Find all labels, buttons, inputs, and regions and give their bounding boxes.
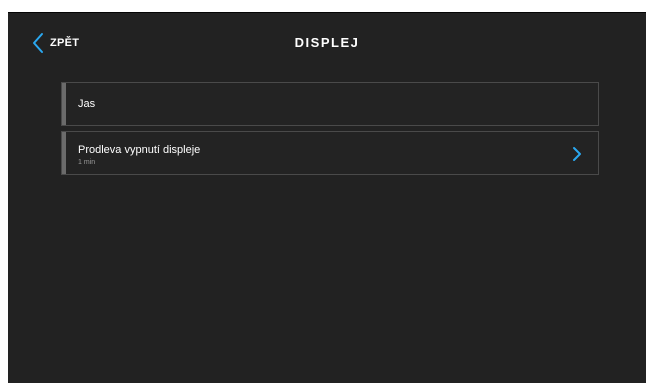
setting-value: 1 min [78, 159, 96, 166]
setting-item-brightness[interactable]: Jas [61, 82, 599, 126]
row-indicator [62, 83, 66, 125]
page-title: DISPLEJ [294, 35, 360, 50]
row-indicator [62, 132, 66, 174]
setting-label: Jas [78, 98, 96, 110]
chevron-right-icon [572, 146, 582, 167]
setting-item-display-timeout[interactable]: Prodleva vypnutí displeje 1 min [61, 131, 599, 175]
header: ZPĚT DISPLEJ [8, 13, 646, 73]
display-settings-screen: ZPĚT DISPLEJ Jas Prodleva vypnutí disple… [8, 12, 646, 383]
setting-label: Prodleva vypnutí displeje [78, 144, 201, 156]
